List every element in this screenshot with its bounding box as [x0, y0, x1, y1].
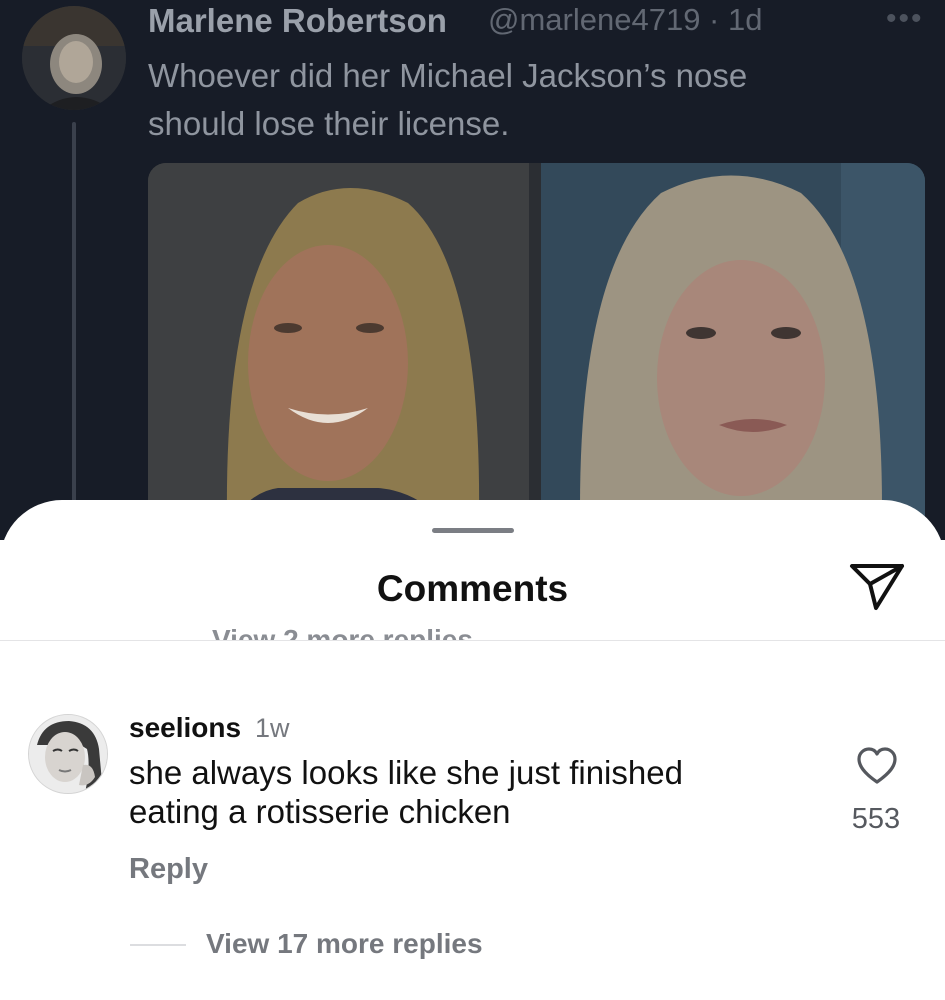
reply-button[interactable]: Reply: [129, 853, 208, 886]
media-photo-right: [541, 163, 925, 540]
paper-plane-icon[interactable]: [848, 560, 906, 614]
commenter-avatar[interactable]: [28, 714, 108, 794]
like-count: 553: [851, 803, 901, 835]
comment-text: she always looks like she just finished …: [129, 754, 683, 830]
clipped-view-replies: View 2 more replies: [212, 618, 492, 640]
replies-divider-line: [130, 944, 186, 946]
tweet-author-name[interactable]: Marlene Robertson: [148, 2, 447, 40]
background-tweet: Marlene Robertson @marlene4719 · 1d ••• …: [0, 0, 945, 540]
comments-sheet: Comments View 2 more replies seelions 1w…: [0, 500, 945, 1000]
comment-username[interactable]: seelions: [129, 712, 241, 744]
tweet-media[interactable]: [148, 163, 925, 540]
ellipsis-icon[interactable]: •••: [886, 4, 924, 34]
tweet-text: Whoever did her Michael Jackson’s nose s…: [148, 57, 748, 142]
header-divider: [0, 640, 945, 641]
view-more-replies-button[interactable]: View 17 more replies: [206, 928, 483, 960]
media-photo-left: [148, 163, 529, 540]
sheet-title: Comments: [376, 568, 569, 609]
tweet-author-avatar[interactable]: [22, 6, 126, 110]
sheet-grabber[interactable]: [432, 528, 514, 533]
clipped-view-replies-label: View 2 more replies: [212, 624, 473, 640]
tweet-handle-time: @marlene4719 · 1d: [488, 2, 763, 37]
thread-line: [72, 122, 76, 540]
comment-timestamp: 1w: [255, 713, 290, 743]
heart-outline-icon[interactable]: [856, 746, 898, 786]
